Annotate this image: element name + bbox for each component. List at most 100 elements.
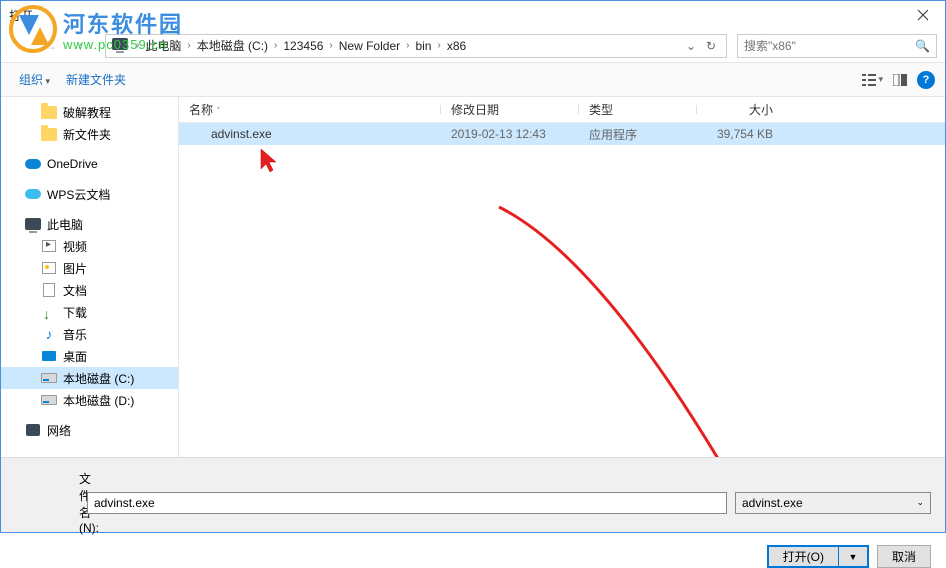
breadcrumb-dropdown[interactable]: ⌄ bbox=[682, 39, 700, 53]
window-title: 打开 bbox=[9, 7, 33, 24]
chevron-down-icon: ⌄ bbox=[916, 497, 924, 508]
sidebar-item[interactable]: OneDrive bbox=[1, 153, 178, 175]
file-name: advinst.exe bbox=[211, 127, 272, 141]
address-bar-row: ← → ↑ › 此电脑 › 本地磁盘 (C:) › 123456 › New F… bbox=[1, 29, 945, 63]
sidebar-item-label: OneDrive bbox=[47, 157, 98, 171]
column-size[interactable]: 大小 bbox=[697, 101, 797, 118]
close-icon bbox=[917, 9, 929, 21]
chevron-right-icon: › bbox=[433, 40, 444, 51]
pc-icon bbox=[112, 38, 128, 54]
search-input[interactable] bbox=[744, 39, 915, 53]
search-box[interactable]: 🔍 bbox=[737, 34, 937, 58]
search-icon[interactable]: 🔍 bbox=[915, 39, 930, 53]
filetype-value: advinst.exe bbox=[742, 496, 803, 510]
sidebar-item-label: 视频 bbox=[63, 238, 87, 255]
desktop-icon bbox=[41, 348, 57, 364]
organize-menu[interactable]: 组织 bbox=[11, 67, 58, 92]
file-row[interactable]: advinst.exe 2019-02-13 12:43应用程序39,754 KB bbox=[179, 123, 945, 145]
file-size: 39,754 KB bbox=[697, 127, 797, 141]
preview-pane-button[interactable] bbox=[893, 74, 907, 86]
navigation-sidebar: 破解教程新文件夹 OneDrive WPS云文档此电脑视频图片文档下载 ♪ 音乐桌面本地… bbox=[1, 97, 179, 477]
sidebar-item[interactable]: 下载 bbox=[1, 301, 178, 323]
chevron-right-icon: › bbox=[270, 40, 281, 51]
sidebar-item[interactable]: WPS云文档 bbox=[1, 183, 178, 205]
sidebar-item[interactable]: 视频 bbox=[1, 235, 178, 257]
sidebar-item[interactable]: 桌面 bbox=[1, 345, 178, 367]
sidebar-item[interactable]: 此电脑 bbox=[1, 213, 178, 235]
sidebar-item-label: 图片 bbox=[63, 260, 87, 277]
sidebar-item-label: 此电脑 bbox=[47, 216, 83, 233]
nav-back-button[interactable]: ← bbox=[9, 34, 33, 58]
help-button[interactable]: ? bbox=[917, 71, 935, 89]
sidebar-item-label: 新文件夹 bbox=[63, 126, 111, 143]
breadcrumb-item[interactable]: 123456 bbox=[281, 37, 325, 55]
disk-icon bbox=[41, 392, 57, 408]
toolbar: 组织 新建文件夹 ▾ ? bbox=[1, 63, 945, 97]
download-icon bbox=[41, 304, 57, 320]
video-icon bbox=[41, 238, 57, 254]
annotation-cursor-icon bbox=[259, 147, 281, 175]
open-button-dropdown[interactable]: ▼ bbox=[838, 545, 869, 568]
annotation-arrow-icon bbox=[479, 197, 779, 500]
new-folder-button[interactable]: 新建文件夹 bbox=[58, 67, 134, 92]
chevron-right-icon: › bbox=[402, 40, 413, 51]
filetype-select[interactable]: advinst.exe ⌄ bbox=[735, 492, 931, 514]
window-close-button[interactable] bbox=[900, 1, 945, 29]
nav-forward-button[interactable]: → bbox=[39, 34, 63, 58]
view-mode-button[interactable]: ▾ bbox=[862, 74, 883, 86]
exe-icon bbox=[189, 126, 205, 142]
sidebar-item-label: 桌面 bbox=[63, 348, 87, 365]
sidebar-item[interactable]: 网络 bbox=[1, 419, 178, 441]
breadcrumb[interactable]: › 此电脑 › 本地磁盘 (C:) › 123456 › New Folder … bbox=[105, 34, 727, 58]
breadcrumb-item[interactable]: New Folder bbox=[337, 37, 402, 55]
details-view-icon bbox=[862, 74, 876, 86]
main-content: 破解教程新文件夹 OneDrive WPS云文档此电脑视频图片文档下载 ♪ 音乐桌面本地… bbox=[1, 97, 945, 477]
chevron-right-icon: › bbox=[325, 40, 336, 51]
sort-caret-icon: ˆ bbox=[217, 106, 220, 116]
image-icon bbox=[41, 260, 57, 276]
filename-input[interactable] bbox=[94, 493, 720, 513]
column-headers: 名称ˆ 修改日期 类型 大小 bbox=[179, 97, 945, 123]
chevron-right-icon: › bbox=[183, 40, 194, 51]
nav-up-button[interactable]: ↑ bbox=[69, 34, 93, 58]
sidebar-item[interactable]: 图片 bbox=[1, 257, 178, 279]
column-name[interactable]: 名称ˆ bbox=[179, 101, 441, 118]
sidebar-item[interactable]: ♪ 音乐 bbox=[1, 323, 178, 345]
sidebar-item-label: 本地磁盘 (C:) bbox=[63, 370, 134, 387]
breadcrumb-item[interactable]: x86 bbox=[445, 37, 468, 55]
wps-icon bbox=[25, 186, 41, 202]
sidebar-item[interactable]: 破解教程 bbox=[1, 101, 178, 123]
sidebar-item-label: 音乐 bbox=[63, 326, 87, 343]
filename-input-wrapper[interactable] bbox=[87, 492, 727, 514]
sidebar-item-label: 本地磁盘 (D:) bbox=[63, 392, 134, 409]
column-date[interactable]: 修改日期 bbox=[441, 101, 579, 118]
breadcrumb-refresh[interactable]: ↻ bbox=[702, 39, 720, 53]
sidebar-item[interactable]: 本地磁盘 (D:) bbox=[1, 389, 178, 411]
sidebar-item-label: 下载 bbox=[63, 304, 87, 321]
column-type[interactable]: 类型 bbox=[579, 101, 697, 118]
breadcrumb-item[interactable]: bin bbox=[413, 37, 433, 55]
file-type: 应用程序 bbox=[579, 126, 697, 143]
open-button[interactable]: 打开(O) ▼ bbox=[767, 545, 869, 568]
pc-icon bbox=[25, 216, 41, 232]
filename-label: 文件名(N): bbox=[15, 470, 79, 535]
breadcrumb-item[interactable]: 此电脑 bbox=[143, 35, 183, 56]
breadcrumb-item[interactable]: 本地磁盘 (C:) bbox=[195, 35, 270, 56]
onedrive-icon bbox=[25, 156, 41, 172]
preview-pane-icon bbox=[893, 74, 907, 86]
sidebar-item[interactable]: 新文件夹 bbox=[1, 123, 178, 145]
cancel-button[interactable]: 取消 bbox=[877, 545, 931, 568]
sidebar-item[interactable]: 本地磁盘 (C:) bbox=[1, 367, 178, 389]
net-icon bbox=[25, 422, 41, 438]
music-icon: ♪ bbox=[41, 326, 57, 342]
sidebar-item-label: 网络 bbox=[47, 422, 71, 439]
chevron-right-icon: › bbox=[132, 40, 143, 51]
sidebar-item-label: 破解教程 bbox=[63, 104, 111, 121]
sidebar-item[interactable]: 文档 bbox=[1, 279, 178, 301]
open-button-main[interactable]: 打开(O) bbox=[767, 545, 838, 568]
sidebar-item-label: WPS云文档 bbox=[47, 186, 110, 203]
file-list-view: 名称ˆ 修改日期 类型 大小 advinst.exe 2019-02-13 12:… bbox=[179, 97, 945, 477]
sidebar-item-label: 文档 bbox=[63, 282, 87, 299]
disk-icon bbox=[41, 370, 57, 386]
file-date: 2019-02-13 12:43 bbox=[441, 127, 579, 141]
